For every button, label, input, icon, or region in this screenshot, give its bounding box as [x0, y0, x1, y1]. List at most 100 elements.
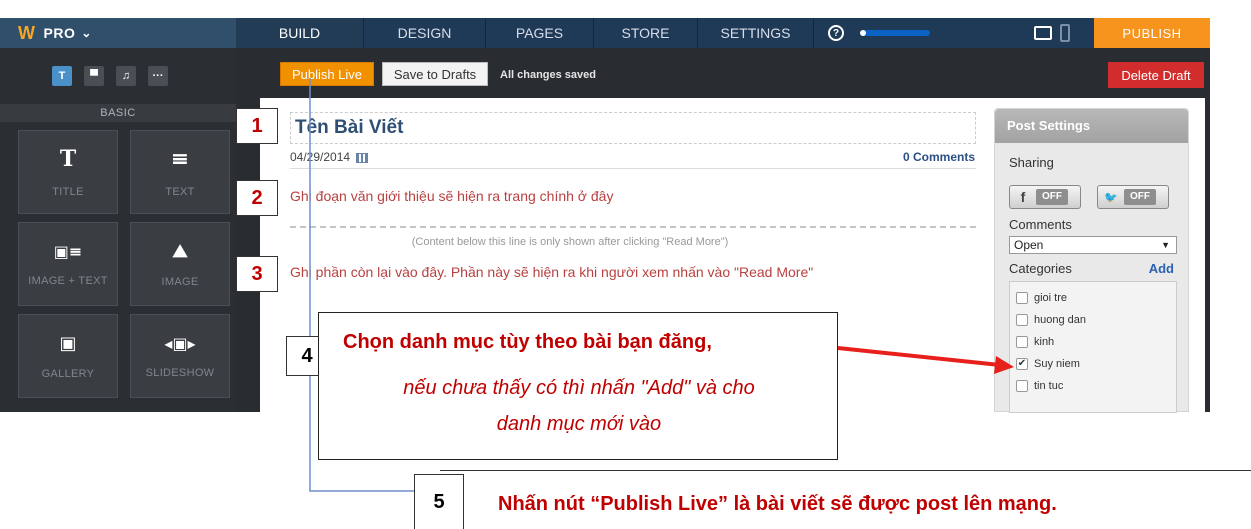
post-body-text[interactable]: Ghi phần còn lại vào đây. Phần này sẽ hi… — [290, 264, 813, 280]
chevron-down-icon: ▼ — [1161, 240, 1170, 250]
tab-design[interactable]: DESIGN — [364, 18, 486, 48]
callout-4-line-1: Chọn danh mục tùy theo bài bạn đăng, — [343, 331, 712, 353]
comments-link[interactable]: 0 Comments — [903, 150, 975, 164]
tile-label: IMAGE + TEXT — [28, 274, 108, 287]
sharing-label: Sharing — [1009, 155, 1054, 170]
category-item[interactable]: tin tuc — [1016, 380, 1063, 392]
progress-slider[interactable] — [860, 30, 930, 36]
tab-build[interactable]: BUILD — [236, 18, 364, 48]
annotation-number-5: 5 — [414, 474, 464, 529]
twitter-icon: 🐦 — [1104, 191, 1118, 204]
category-name: gioi tre — [1034, 292, 1068, 304]
section-label: BASIC — [0, 104, 236, 122]
checkbox[interactable] — [1016, 380, 1028, 392]
screenshot-stage: W PRO ⌄ BUILD DESIGN PAGES STORE SETTING… — [0, 0, 1251, 529]
comments-select[interactable]: Open ▼ — [1009, 236, 1177, 254]
elements-sidebar: T ▀ ♫ ··· BASIC T TITLE ≡ TEXT ▣≡ IMAGE … — [0, 48, 236, 412]
tab-store[interactable]: STORE — [594, 18, 698, 48]
device-toggle — [996, 18, 1094, 48]
add-category-link[interactable]: Add — [1149, 261, 1174, 276]
category-item[interactable]: kinh — [1016, 336, 1054, 348]
callout-4: Chọn danh mục tùy theo bài bạn đăng, nếu… — [318, 312, 838, 460]
category-name: tin tuc — [1034, 380, 1064, 392]
read-more-divider[interactable] — [290, 226, 976, 228]
tile-label: TITLE — [52, 186, 84, 198]
element-tiles: T TITLE ≡ TEXT ▣≡ IMAGE + TEXT ⛰ IMAGE ▣… — [0, 122, 236, 398]
checkbox-checked[interactable]: ✔ — [1016, 358, 1028, 370]
desktop-icon[interactable] — [1034, 26, 1052, 40]
callout-5-text: Nhấn nút “Publish Live” là bài viết sẽ đ… — [498, 493, 1057, 515]
category-name: Suy niem — [1034, 358, 1080, 370]
draft-toolbar: Publish Live Save to Drafts All changes … — [236, 62, 1210, 90]
tile-label: TEXT — [165, 186, 195, 198]
checkbox[interactable] — [1016, 314, 1028, 326]
annotation-number-2: 2 — [236, 180, 278, 216]
calendar-icon[interactable] — [356, 152, 369, 163]
facebook-icon: f — [1020, 189, 1026, 205]
text-elements-icon[interactable]: T — [52, 66, 72, 86]
categories-list: gioi tre huong dan kinh ✔ Suy niem tin tu… — [1009, 281, 1177, 413]
gallery-icon: ▣ — [59, 332, 77, 354]
tile-label: SLIDESHOW — [145, 366, 215, 379]
more-elements-icon[interactable]: ··· — [148, 66, 168, 86]
title-icon: T — [59, 146, 77, 172]
help-area: ? — [814, 18, 996, 48]
category-item[interactable]: huong dan — [1016, 314, 1086, 326]
tile-slideshow[interactable]: ◂▣▸ SLIDESHOW — [130, 314, 230, 398]
tile-image[interactable]: ⛰ IMAGE — [130, 222, 230, 306]
annotation-number-3: 3 — [236, 256, 278, 292]
delete-draft-button[interactable]: Delete Draft — [1108, 62, 1204, 88]
categories-label: Categories — [1009, 261, 1072, 276]
top-nav-bar: W PRO ⌄ BUILD DESIGN PAGES STORE SETTING… — [0, 18, 1210, 48]
checkbox[interactable] — [1016, 336, 1028, 348]
layout-elements-icon[interactable]: ▀ — [84, 66, 104, 86]
comments-value: Open — [1014, 238, 1044, 252]
post-settings-header: Post Settings — [995, 109, 1188, 143]
twitter-share-state: OFF — [1124, 189, 1156, 205]
divider — [290, 168, 976, 169]
annotation-number-1: 1 — [236, 108, 278, 144]
tab-settings[interactable]: SETTINGS — [698, 18, 814, 48]
weebly-logo-icon: W — [18, 22, 36, 43]
post-intro-text[interactable]: Ghi đoạn văn giới thiệu sẽ hiện ra trang… — [290, 188, 613, 204]
tab-pages[interactable]: PAGES — [486, 18, 594, 48]
tile-image-text[interactable]: ▣≡ IMAGE + TEXT — [18, 222, 118, 306]
mobile-icon[interactable] — [1060, 24, 1070, 42]
slideshow-icon: ◂▣▸ — [164, 333, 196, 353]
brand-menu[interactable]: W PRO ⌄ — [0, 18, 236, 48]
text-icon: ≡ — [170, 146, 190, 172]
post-title[interactable]: Tên Bài Viết — [290, 112, 976, 144]
sidebar-tabs: T ▀ ♫ ··· — [0, 48, 236, 104]
media-elements-icon[interactable]: ♫ — [116, 66, 136, 86]
image-text-icon: ▣≡ — [53, 241, 83, 261]
category-name: kinh — [1034, 336, 1055, 348]
category-item[interactable]: gioi tre — [1016, 292, 1067, 304]
checkbox[interactable] — [1016, 292, 1028, 304]
tile-title[interactable]: T TITLE — [18, 130, 118, 214]
image-icon: ⛰ — [172, 240, 188, 262]
read-more-note: (Content below this line is only shown a… — [411, 236, 729, 248]
tile-label: GALLERY — [41, 367, 95, 380]
category-name: huong dan — [1034, 314, 1086, 326]
tile-text[interactable]: ≡ TEXT — [130, 130, 230, 214]
chevron-down-icon: ⌄ — [81, 26, 92, 40]
post-date[interactable]: 04/29/2014 — [290, 150, 369, 164]
save-status: All changes saved — [500, 69, 596, 81]
publish-live-button[interactable]: Publish Live — [280, 62, 374, 86]
tile-gallery[interactable]: ▣ GALLERY — [18, 314, 118, 398]
facebook-share-toggle[interactable]: f OFF — [1009, 185, 1081, 209]
callout-4-line-3: danh mục mới vào — [496, 413, 662, 435]
help-icon[interactable]: ? — [828, 25, 844, 41]
comments-label: Comments — [1009, 217, 1072, 232]
main-tabs: BUILD DESIGN PAGES STORE SETTINGS — [236, 18, 814, 48]
post-date-text: 04/29/2014 — [290, 150, 351, 164]
tile-label: IMAGE — [161, 275, 199, 288]
callout-5-rule — [440, 470, 1251, 471]
publish-button[interactable]: PUBLISH — [1094, 18, 1210, 48]
save-to-drafts-button[interactable]: Save to Drafts — [382, 62, 488, 86]
twitter-share-toggle[interactable]: 🐦 OFF — [1097, 185, 1169, 209]
post-settings-panel: Post Settings Sharing f OFF 🐦 OFF Commen… — [994, 108, 1189, 413]
category-item[interactable]: ✔ Suy niem — [1016, 358, 1080, 370]
callout-4-line-2: nếu chưa thấy có thì nhấn "Add" và cho — [403, 377, 755, 399]
facebook-share-state: OFF — [1036, 189, 1068, 205]
